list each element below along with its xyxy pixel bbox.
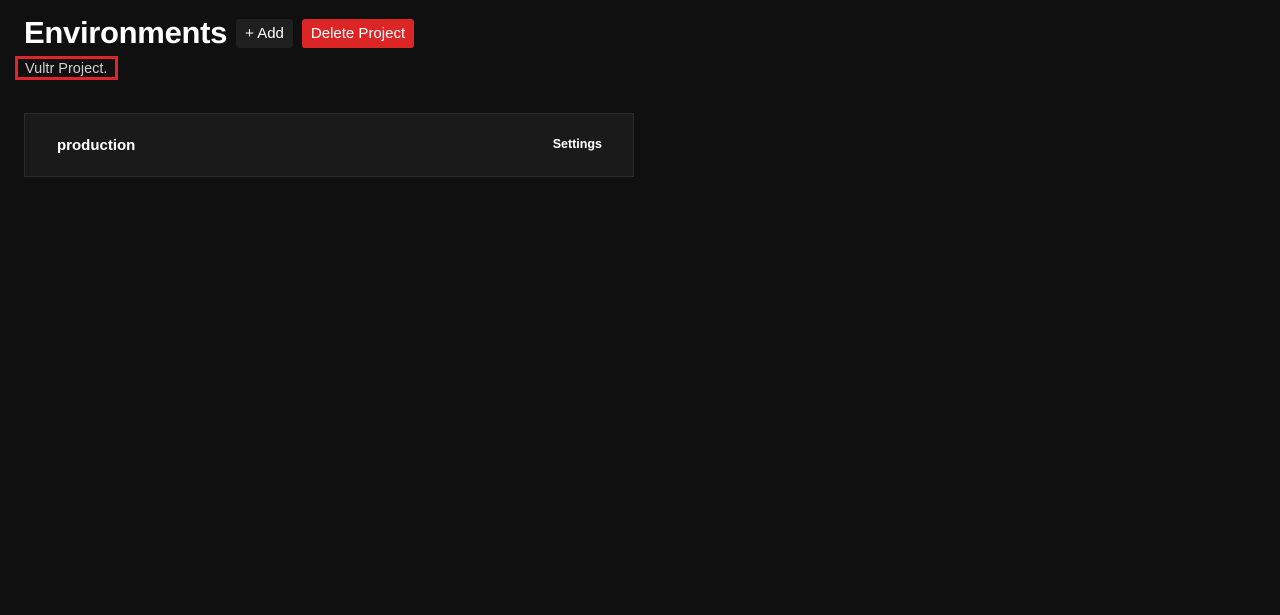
environment-settings-link[interactable]: Settings [553,137,602,151]
project-name-label: Vultr Project. [15,56,118,80]
header: Environments + Add Delete Project [24,14,415,52]
delete-project-button[interactable]: Delete Project [301,18,415,48]
environment-card: production Settings [24,113,634,177]
environment-name: production [57,136,136,154]
environments-page: Environments + Add Delete Project Vultr … [0,0,1280,615]
add-environment-button[interactable]: + Add [236,18,293,48]
page-title: Environments [24,15,228,50]
